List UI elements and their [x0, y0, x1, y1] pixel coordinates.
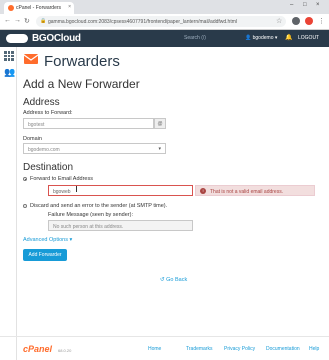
failure-message-input[interactable]: No such person at this address.	[48, 220, 193, 231]
lock-icon: 🔒	[40, 18, 47, 24]
cpanel-header: BGOCloud Search (/) 👤 bgodemo ▾ 🔔 LOGOUT	[0, 30, 329, 47]
menu-dots-icon[interactable]: ⋮	[318, 17, 325, 25]
profile-icon[interactable]	[292, 17, 300, 25]
bookmark-star-icon[interactable]: ☆	[276, 17, 282, 25]
chevron-down-icon: ▾	[69, 237, 73, 243]
logout-button[interactable]: LOGOUT	[298, 35, 319, 41]
page-title: Forwarders	[44, 53, 120, 70]
brand-logo[interactable]: BGOCloud	[32, 33, 81, 44]
tab-title: cPanel - Forwarders	[16, 5, 62, 11]
forward-option-label[interactable]: Forward to Email Address	[30, 176, 93, 182]
forward-email-input[interactable]: bgoweb	[48, 185, 193, 196]
close-window-icon[interactable]: ×	[316, 2, 320, 8]
minimize-icon[interactable]: –	[290, 2, 293, 8]
back-circle-icon: ↺	[160, 277, 165, 283]
chevron-down-icon: ▾	[158, 146, 161, 152]
url-text: gamma.bgocloud.com:2083/cpsess4607791/fr…	[48, 19, 238, 25]
header-search-input[interactable]: Search (/)	[184, 35, 206, 41]
footer: cPanel 68.0.20 Home Trademarks Privacy P…	[0, 336, 329, 360]
domain-select[interactable]: bgodemo.com ▾	[23, 143, 166, 154]
failure-label: Failure Message (seen by sender):	[48, 212, 133, 218]
domain-value: bgodemo.com	[28, 147, 60, 153]
advanced-options-link[interactable]: Advanced Options ▾	[23, 237, 72, 243]
go-back-link[interactable]: ↺ Go Back	[160, 277, 187, 283]
browser-tab-bar: cPanel - Forwarders × – □ ×	[0, 0, 329, 14]
cloud-logo-icon	[6, 34, 28, 43]
tab-close-icon[interactable]: ×	[68, 4, 71, 10]
extension-icon[interactable]	[305, 17, 313, 25]
error-message: ! That is not a valid email address.	[195, 185, 315, 196]
discard-radio[interactable]	[23, 204, 27, 208]
browser-toolbar: ← → ↻ 🔒 gamma.bgocloud.com:2083/cpsess46…	[0, 14, 329, 30]
address-heading: Address	[23, 97, 60, 108]
forwarders-icon	[23, 51, 39, 67]
username: bgodemo	[252, 35, 274, 41]
go-back-label: Go Back	[166, 277, 188, 283]
footer-link-privacy[interactable]: Privacy Policy	[224, 346, 255, 352]
forward-arrow-icon[interactable]: →	[14, 17, 21, 24]
section-heading: Add a New Forwarder	[23, 77, 140, 91]
error-text: That is not a valid email address.	[210, 189, 284, 195]
footer-link-documentation[interactable]: Documentation	[266, 346, 300, 352]
maximize-icon[interactable]: □	[303, 2, 307, 8]
cpanel-version: 68.0.20	[58, 348, 72, 353]
browser-tab[interactable]: cPanel - Forwarders ×	[4, 2, 74, 14]
advanced-options-label: Advanced Options	[23, 237, 68, 243]
domain-label: Domain	[23, 136, 42, 142]
users-icon[interactable]: 👥	[4, 67, 15, 78]
destination-heading: Destination	[23, 162, 74, 173]
error-icon: !	[200, 188, 206, 194]
sidebar: 👥	[0, 47, 17, 360]
footer-link-home[interactable]: Home	[148, 346, 161, 352]
url-bar[interactable]: 🔒 gamma.bgocloud.com:2083/cpsess4607791/…	[36, 16, 286, 27]
reload-icon[interactable]: ↻	[24, 17, 30, 25]
user-menu[interactable]: 👤 bgodemo ▾	[245, 35, 277, 41]
at-icon: @	[154, 118, 166, 129]
address-input[interactable]: bgotest	[23, 118, 154, 129]
cpanel-favicon-icon	[8, 5, 14, 11]
discard-option-label[interactable]: Discard and send an error to the sender …	[30, 203, 167, 209]
cpanel-logo[interactable]: cPanel	[23, 344, 52, 354]
apps-grid-icon[interactable]	[4, 51, 14, 61]
chevron-down-icon: ▾	[274, 35, 278, 41]
bell-icon[interactable]: 🔔	[285, 34, 292, 41]
user-icon: 👤	[245, 35, 252, 41]
footer-link-trademarks[interactable]: Trademarks	[186, 346, 213, 352]
back-arrow-icon[interactable]: ←	[4, 17, 11, 24]
add-forwarder-button[interactable]: Add Forwarder	[23, 249, 67, 261]
address-label: Address to Forward:	[23, 110, 73, 116]
text-cursor	[76, 186, 77, 192]
footer-link-help[interactable]: Help	[309, 346, 319, 352]
forward-radio[interactable]	[23, 177, 27, 181]
